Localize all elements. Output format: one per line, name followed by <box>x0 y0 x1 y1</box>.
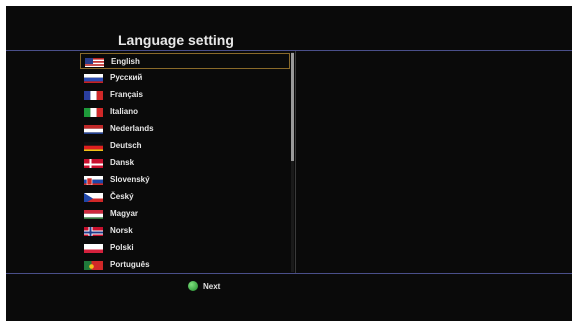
language-item-french[interactable]: Français <box>80 87 290 102</box>
green-button-icon <box>188 281 198 291</box>
language-label: Norsk <box>110 226 133 235</box>
next-button[interactable]: Next <box>188 279 220 293</box>
language-item-hungarian[interactable]: Magyar <box>80 206 290 221</box>
language-item-dutch[interactable]: Nederlands <box>80 121 290 136</box>
language-label: Português <box>110 260 150 269</box>
flag-de-icon <box>84 140 103 151</box>
flag-nl-icon <box>84 123 103 134</box>
language-item-english[interactable]: English <box>80 53 290 69</box>
language-label: Dansk <box>110 158 135 167</box>
scrollbar-thumb[interactable] <box>291 53 294 161</box>
flag-cz-icon <box>84 191 103 202</box>
language-item-portuguese[interactable]: Português <box>80 257 290 272</box>
footer-divider <box>6 273 572 274</box>
language-item-russian[interactable]: Русский <box>80 70 290 85</box>
flag-it-icon <box>84 106 103 117</box>
next-label: Next <box>203 281 221 291</box>
flag-fr-icon <box>84 89 103 100</box>
flag-pt-icon <box>84 259 103 270</box>
language-label: Русский <box>110 73 143 82</box>
language-label: Český <box>110 192 134 201</box>
language-label: Polski <box>110 243 134 252</box>
header-divider <box>6 50 572 51</box>
language-item-german[interactable]: Deutsch <box>80 138 290 153</box>
language-item-italian[interactable]: Italiano <box>80 104 290 119</box>
language-label: Magyar <box>110 209 139 218</box>
language-label: Nederlands <box>110 124 154 133</box>
language-label: Italiano <box>110 107 139 116</box>
language-label: English <box>111 56 140 66</box>
language-label: Français <box>110 90 143 99</box>
flag-pl-icon <box>84 242 103 253</box>
flag-dk-icon <box>84 157 103 168</box>
language-item-slovak[interactable]: Slovenský <box>80 172 290 187</box>
language-label: Deutsch <box>110 141 142 150</box>
language-item-danish[interactable]: Dansk <box>80 155 290 170</box>
panel-divider <box>295 51 296 273</box>
flag-ru-icon <box>84 72 103 83</box>
flag-us-icon <box>85 56 104 67</box>
language-item-norwegian[interactable]: Norsk <box>80 223 290 238</box>
flag-sk-icon <box>84 174 103 185</box>
page-title: Language setting <box>118 32 234 48</box>
language-label: Slovenský <box>110 175 150 184</box>
flag-hu-icon <box>84 208 103 219</box>
screen: Language setting English Русский Françai… <box>6 6 572 321</box>
flag-no-icon <box>84 225 103 236</box>
language-item-polish[interactable]: Polski <box>80 240 290 255</box>
language-list: English Русский Français Italiano Nederl <box>80 52 292 272</box>
language-item-czech[interactable]: Český <box>80 189 290 204</box>
